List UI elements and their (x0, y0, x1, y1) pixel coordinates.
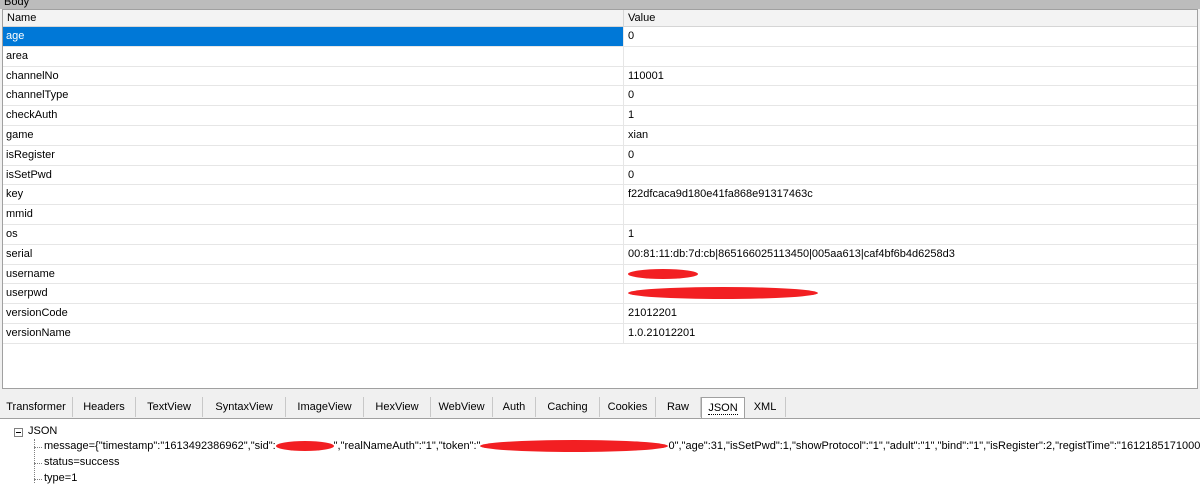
tab-raw[interactable]: Raw (656, 397, 701, 417)
row-value-cell: 0 (628, 168, 635, 181)
tab-label: XML (753, 401, 777, 413)
tree-connector (34, 479, 42, 480)
row-value-cell: 1.0.21012201 (628, 326, 696, 339)
json-tree: JSON message={"timestamp":"1613492386962… (0, 418, 1200, 503)
table-row[interactable]: area (3, 46, 1197, 67)
row-name-cell: checkAuth (3, 106, 624, 125)
tab-json[interactable]: JSON (701, 397, 745, 418)
row-value-cell: 1 (628, 227, 635, 240)
table-row[interactable]: key f22dfcaca9d180e41fa868e91317463c (3, 185, 1197, 206)
redaction-mark (480, 440, 669, 453)
tab-hexview[interactable]: HexView (364, 397, 431, 417)
table-row[interactable]: userpwd (3, 284, 1197, 305)
tab-label: SyntaxView (215, 401, 273, 413)
body-caption-label: Body (4, 0, 30, 8)
tab-textview[interactable]: TextView (136, 397, 203, 417)
body-caption: Body (0, 0, 1200, 9)
row-name-cell: age (3, 27, 624, 46)
tree-node-status[interactable]: status=success (44, 456, 120, 468)
tab-caching[interactable]: Caching (536, 397, 600, 417)
row-name-cell: serial (3, 244, 624, 264)
row-value-cell: 0 (628, 148, 635, 161)
row-name-cell: username (3, 264, 624, 284)
tab-syntaxview[interactable]: SyntaxView (203, 397, 286, 417)
row-name-cell: key (3, 185, 624, 205)
tab-label: Cookies (607, 401, 648, 413)
collapse-toggle[interactable] (14, 428, 23, 437)
row-value-cell (624, 284, 1197, 303)
grid-header: Name Value (3, 10, 1197, 27)
table-row[interactable]: mmid (3, 205, 1197, 225)
redaction-mark (628, 268, 698, 279)
row-value-cell: 1 (628, 109, 635, 122)
tab-headers[interactable]: Headers (73, 397, 136, 417)
tab-label: Caching (547, 401, 588, 413)
tree-node-type[interactable]: type=1 (44, 472, 77, 484)
redaction-mark (275, 441, 334, 452)
tree-node-message[interactable]: message={"timestamp":"1613492386962","si… (44, 440, 1200, 453)
table-row[interactable]: isRegister 0 (3, 145, 1197, 166)
body-grid: Name Value age 0 area channelNo 110001 channe… (2, 9, 1198, 389)
row-value-cell: 21012201 (628, 307, 677, 320)
table-row[interactable]: os 1 (3, 224, 1197, 245)
table-row[interactable]: username (3, 264, 1197, 285)
table-row[interactable]: isSetPwd 0 (3, 165, 1197, 186)
message-text-1: message={"timestamp":"1613492386962","si… (44, 440, 276, 452)
tab-transformer[interactable]: Transformer (0, 397, 73, 417)
row-name-cell: mmid (3, 205, 624, 224)
table-row[interactable]: checkAuth 1 (3, 106, 1197, 126)
inspector-tabs: Transformer Headers TextView SyntaxView Imag… (0, 397, 1200, 418)
tab-webview[interactable]: WebView (431, 397, 493, 417)
tab-label: JSON (708, 402, 738, 415)
row-name-cell: versionCode (3, 304, 624, 323)
row-value-cell: 0 (628, 89, 635, 102)
redaction-mark (628, 287, 818, 300)
tab-label: Headers (83, 401, 125, 413)
row-value-cell (624, 205, 1197, 224)
tab-cookies[interactable]: Cookies (600, 397, 656, 417)
tree-connector (34, 447, 42, 448)
tree-connector (34, 463, 42, 464)
message-text-3: 0","age":31,"isSetPwd":1,"showProtocol":… (668, 440, 1200, 452)
tab-label: Raw (666, 401, 689, 413)
row-name-cell: game (3, 125, 624, 145)
row-value-cell: 00:81:11:db:7d:cb|865166025113450|005aa6… (628, 247, 955, 260)
table-row[interactable]: game xian (3, 125, 1197, 146)
table-row[interactable]: age 0 (3, 27, 1197, 47)
row-name-cell: isRegister (3, 145, 624, 165)
row-name-cell: userpwd (3, 284, 624, 304)
tab-label: Auth (502, 401, 526, 413)
row-name-cell: versionName (3, 323, 624, 343)
message-text-2: ","realNameAuth":"1","token":" (333, 440, 481, 452)
grid-rows: age 0 area channelNo 110001 channelType 0 check… (3, 27, 1197, 344)
table-row[interactable]: channelType 0 (3, 86, 1197, 107)
tree-node-root[interactable]: JSON (28, 425, 57, 437)
row-name-cell: os (3, 224, 624, 244)
tab-label: ImageView (297, 401, 352, 413)
tab-auth[interactable]: Auth (493, 397, 536, 417)
row-name-cell: channelNo (3, 66, 624, 86)
tab-label: Transformer (6, 401, 66, 413)
row-value-cell: xian (628, 128, 649, 141)
table-row[interactable]: versionCode 21012201 (3, 304, 1197, 324)
tab-label: HexView (375, 401, 419, 413)
tab-xml[interactable]: XML (745, 397, 786, 417)
row-value-cell: f22dfcaca9d180e41fa868e91317463c (628, 188, 813, 201)
tab-imageview[interactable]: ImageView (286, 397, 364, 417)
row-value-cell (624, 47, 1197, 66)
tree-connector (34, 439, 35, 483)
row-name-cell: area (3, 46, 624, 66)
column-header-name[interactable]: Name (3, 10, 624, 27)
table-row[interactable]: channelNo 110001 (3, 66, 1197, 87)
table-row[interactable]: versionName 1.0.21012201 (3, 323, 1197, 344)
table-row[interactable]: serial 00:81:11:db:7d:cb|865166025113450|… (3, 244, 1197, 265)
row-value-cell: 110001 (628, 69, 664, 82)
row-value-cell: 0 (628, 30, 635, 42)
row-name-cell: isSetPwd (3, 165, 624, 185)
tab-label: WebView (438, 401, 485, 413)
row-value-cell (624, 265, 1197, 284)
column-header-value[interactable]: Value (624, 10, 1197, 27)
row-name-cell: channelType (3, 86, 624, 106)
tab-label: TextView (147, 401, 191, 413)
